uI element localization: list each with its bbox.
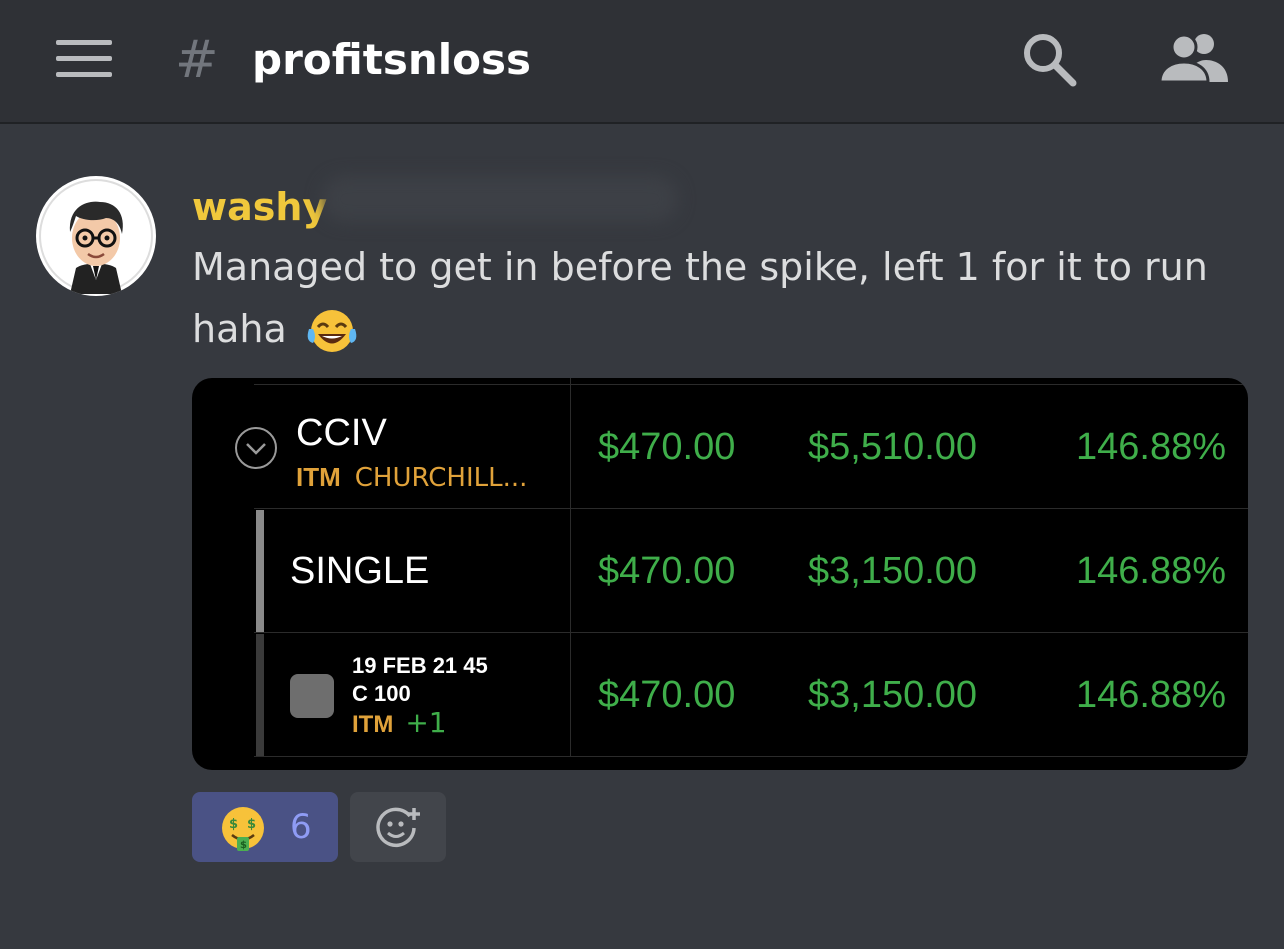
- redacted-timestamp: [322, 176, 678, 222]
- strategy-label: SINGLE: [290, 550, 430, 592]
- svg-text:$: $: [247, 817, 256, 832]
- row-value-2: $3,150.00: [808, 550, 978, 592]
- avatar[interactable]: [36, 176, 156, 296]
- message-body: Managed to get in before the spike, left…: [192, 236, 1212, 360]
- ticker-symbol: CCIV: [296, 412, 387, 454]
- reaction-money-mouth[interactable]: $ $ $ 6: [192, 792, 338, 862]
- row-value-1: $470.00: [598, 674, 736, 716]
- row-value-3: 146.88%: [1075, 550, 1226, 592]
- face-with-tears-of-joy-emoji: [307, 309, 357, 352]
- add-reaction-icon: [376, 807, 420, 848]
- channel-hash-icon: #: [175, 30, 219, 90]
- add-reaction-button[interactable]: [350, 792, 446, 862]
- row-value-3: 146.88%: [1075, 426, 1226, 468]
- row-value-1: $470.00: [598, 426, 736, 468]
- quantity-change: +1: [405, 706, 447, 739]
- portfolio-screenshot-embed[interactable]: CCIV ITM CHURCHILL... $470.00 $5,510.00 1…: [192, 378, 1248, 770]
- option-status: ITM +1: [352, 708, 447, 740]
- svg-text:$: $: [240, 840, 247, 851]
- hamburger-menu-icon[interactable]: [56, 40, 112, 80]
- itm-badge: ITM: [352, 711, 394, 738]
- cartoon-avatar-icon: [39, 179, 153, 294]
- option-strike: C 100: [352, 681, 411, 706]
- row-value-2: $5,510.00: [808, 426, 978, 468]
- row-value-3: 146.88%: [1075, 674, 1226, 716]
- message-author[interactable]: washy: [192, 182, 327, 232]
- money-mouth-face-emoji: $ $ $: [222, 807, 264, 851]
- svg-text:$: $: [229, 817, 238, 832]
- row-value-2: $3,150.00: [808, 674, 978, 716]
- position-subtitle: ITM CHURCHILL...: [296, 462, 527, 493]
- reaction-count: 6: [290, 807, 312, 847]
- company-name: CHURCHILL...: [354, 463, 528, 493]
- option-checkbox[interactable]: [290, 674, 334, 718]
- members-icon[interactable]: [1158, 32, 1230, 84]
- channel-header: # profitsnloss: [0, 0, 1284, 124]
- row-value-1: $470.00: [598, 550, 736, 592]
- itm-badge: ITM: [296, 462, 341, 492]
- option-expiry: 19 FEB 21 45: [352, 653, 488, 678]
- chevron-down-icon[interactable]: [234, 426, 278, 470]
- channel-name: profitsnloss: [252, 35, 531, 84]
- search-icon[interactable]: [1020, 30, 1078, 88]
